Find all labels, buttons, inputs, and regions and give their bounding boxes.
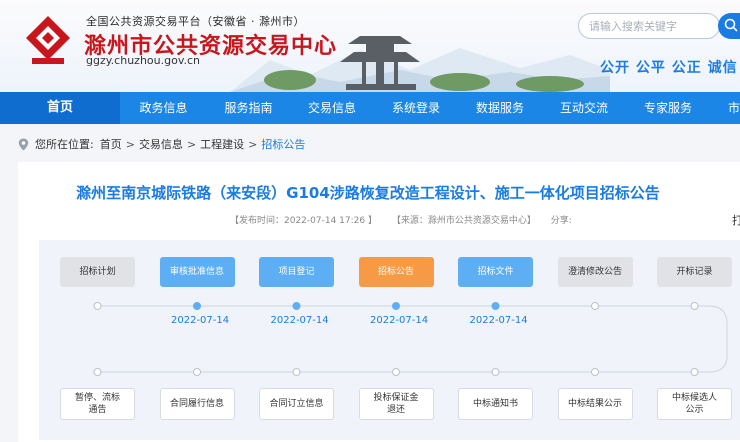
nav-interaction[interactable]: 互动交流	[542, 92, 626, 124]
flow-step-button[interactable]: 项目登记	[259, 257, 334, 287]
flow-step-date: 2022-07-14	[270, 315, 329, 326]
flow-step-box[interactable]: 中标通知书	[458, 388, 533, 420]
flow-step-dot	[591, 368, 599, 376]
breadcrumb: 您所在位置: 首页 > 交易信息 > 工程建设 > 招标公告	[18, 134, 305, 154]
flow-step-button[interactable]: 澄清修改公告	[557, 257, 633, 287]
flow-step-box[interactable]: 合同履行信息	[159, 388, 235, 420]
flow-step-button[interactable]: 开标记录	[657, 257, 732, 287]
nav-home[interactable]: 首页	[0, 92, 120, 124]
nav-service-guide[interactable]: 服务指南	[207, 92, 290, 124]
flow-step-label-line: 中标候选人	[671, 393, 717, 403]
platform-line: 全国公共资源交易平台（安徽省 · 滁州市）	[86, 15, 305, 28]
flow-step-label: 中标结果公示	[568, 398, 622, 410]
nav-gov-info[interactable]: 政务信息	[120, 92, 207, 124]
publish-time: 【发布时间：2022-07-14 17:26 】	[230, 216, 377, 226]
flow-step-box[interactable]: 暂停、流标 通告	[60, 388, 135, 420]
breadcrumb-engineering[interactable]: 工程建设	[200, 136, 244, 152]
article-title: 滁州至南京城际铁路（来安段）G104涉路恢复改造工程设计、施工一体化项目招标公告	[76, 184, 660, 202]
breadcrumb-separator: >	[186, 137, 197, 151]
nav-trade-info[interactable]: 交易信息	[290, 92, 374, 124]
breadcrumb-separator: >	[248, 137, 258, 151]
process-flow: 招标计划 审核批准信息 2022-07-14 项目登记 2022-07-14 招标公告 20…	[39, 240, 740, 440]
flow-step-dot	[193, 302, 201, 310]
flow-step-label-line: 投标保证金	[373, 393, 419, 403]
article-meta: 【发布时间：2022-07-14 17:26 】 【来源：滁州市公共资源交易中心…	[230, 213, 584, 226]
flow-step-dot	[193, 368, 201, 376]
flow-step-dot	[491, 302, 500, 310]
flow-step-box[interactable]: 合同订立信息	[259, 388, 334, 420]
search-input[interactable]	[579, 14, 709, 38]
flow-step-box[interactable]: 投标保证金 退还	[358, 388, 434, 420]
flow-step-label: 投标保证金 退还	[373, 392, 418, 416]
site-domain: ggzy.chuzhou.gov.cn	[86, 54, 200, 67]
nav-system-login[interactable]: 系统登录	[374, 92, 458, 124]
flow-step-dot	[392, 302, 400, 310]
flow-step-label-line: 通告	[88, 405, 107, 415]
site-header: 全国公共资源交易平台（安徽省 · 滁州市） 滁州市公共资源交易中心 ggzy.c…	[0, 0, 740, 92]
print-link[interactable]: 打	[732, 212, 740, 228]
flow-step-label-line: 中标结果公示	[567, 399, 622, 409]
nav-market-entity[interactable]: 市场主体	[710, 92, 740, 124]
flow-step-label-line: 合同履行信息	[169, 399, 224, 409]
breadcrumb-separator: >	[125, 137, 135, 151]
main-nav: 首页 政务信息 服务指南 交易信息 系统登录 数据服务 互动交流 专家服务 市场…	[0, 92, 740, 124]
flow-step-dot	[392, 368, 400, 376]
search-button[interactable]	[718, 13, 740, 39]
flow-step-label: 合同订立信息	[269, 398, 323, 410]
location-pin-icon	[18, 138, 29, 150]
share-label[interactable]: 分享:	[551, 216, 572, 226]
flow-step-button[interactable]: 审核批准信息	[159, 257, 235, 287]
flow-step-button[interactable]: 招标文件	[458, 257, 533, 287]
flow-step-date: 2022-07-14	[370, 315, 429, 326]
slogan: 公开 公平 公正 诚信	[600, 60, 738, 76]
flow-step-label-line: 暂停、流标	[74, 393, 120, 403]
flow-step-button[interactable]: 招标计划	[60, 257, 135, 287]
flow-step-dot	[93, 368, 102, 376]
site-logo-icon[interactable]	[24, 14, 72, 66]
flow-step-label-line: 退还	[386, 405, 405, 415]
flow-step-dot	[690, 368, 699, 376]
flow-step-box[interactable]: 中标结果公示	[557, 388, 633, 420]
nav-expert-service[interactable]: 专家服务	[626, 92, 710, 124]
breadcrumb-prefix: 您所在位置:	[35, 138, 94, 151]
flow-step-label: 中标候选人 公示	[672, 392, 717, 416]
flow-step-dot	[93, 302, 102, 310]
article-card: 滁州至南京城际铁路（来安段）G104涉路恢复改造工程设计、施工一体化项目招标公告…	[18, 162, 740, 442]
flow-step-dot	[292, 302, 301, 310]
breadcrumb-home[interactable]: 首页	[100, 136, 122, 152]
flow-step-box[interactable]: 中标候选人 公示	[657, 388, 732, 420]
breadcrumb-current[interactable]: 招标公告	[261, 136, 305, 152]
breadcrumb-trade-info[interactable]: 交易信息	[139, 136, 183, 152]
flow-step-dot	[292, 368, 301, 376]
article-source: 【来源：滁州市公共资源交易中心】	[391, 216, 536, 226]
search-box	[578, 13, 720, 39]
flow-step-button[interactable]: 招标公告	[358, 257, 434, 287]
search-icon	[724, 18, 738, 32]
flow-step-dot	[491, 368, 500, 376]
flow-step-date: 2022-07-14	[469, 315, 528, 326]
flow-step-label: 中标通知书	[473, 398, 518, 410]
flow-step-label: 合同履行信息	[170, 398, 224, 410]
flow-step-label-line: 合同订立信息	[269, 399, 324, 409]
flow-step-label: 暂停、流标 通告	[75, 392, 120, 416]
flow-step-label-line: 中标通知书	[472, 399, 518, 409]
flow-step-date: 2022-07-14	[171, 315, 230, 326]
flow-step-dot	[690, 302, 699, 310]
nav-data-service[interactable]: 数据服务	[458, 92, 542, 124]
flow-step-dot	[591, 302, 599, 310]
flow-step-label-line: 公示	[685, 405, 704, 415]
